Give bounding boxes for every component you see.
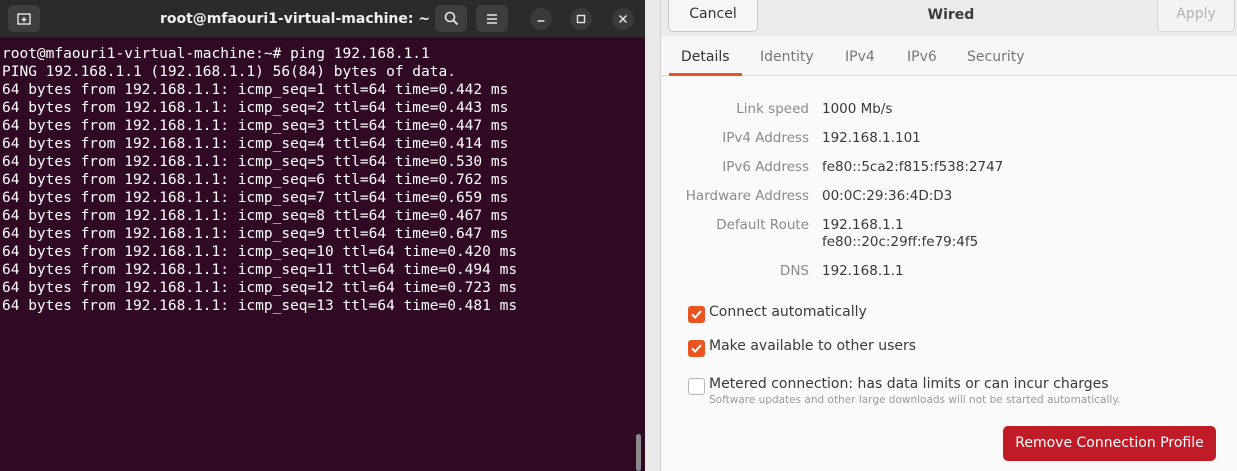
- detail-value: 192.168.1.1: [822, 217, 904, 233]
- detail-value-secondary: fe80::20c:29ff:fe79:4f5: [822, 234, 979, 250]
- detail-value: fe80::5ca2:f815:f538:2747: [822, 159, 1004, 175]
- terminal-line: 64 bytes from 192.168.1.1: icmp_seq=8 tt…: [2, 208, 509, 224]
- new-tab-button[interactable]: [8, 5, 40, 32]
- maximize-icon: [576, 14, 586, 24]
- minimize-icon: [537, 20, 545, 22]
- minimize-button[interactable]: [530, 8, 552, 30]
- terminal-output[interactable]: root@mfaouri1-virtual-machine:~# ping 19…: [2, 45, 632, 315]
- apply-button[interactable]: Apply: [1157, 0, 1235, 32]
- close-button[interactable]: [612, 8, 634, 30]
- terminal-line: 64 bytes from 192.168.1.1: icmp_seq=7 tt…: [2, 190, 509, 206]
- terminal-line: PING 192.168.1.1 (192.168.1.1) 56(84) by…: [2, 64, 456, 80]
- detail-label: Hardware Address: [685, 188, 809, 204]
- terminal-line: 64 bytes from 192.168.1.1: icmp_seq=2 tt…: [2, 100, 509, 116]
- terminal-line: 64 bytes from 192.168.1.1: icmp_seq=6 tt…: [2, 172, 509, 188]
- detail-label: DNS: [779, 263, 809, 279]
- menu-button[interactable]: [476, 5, 508, 32]
- detail-label: IPv4 Address: [722, 130, 809, 146]
- detail-label: Link speed: [736, 101, 809, 117]
- terminal-scrollbar[interactable]: [636, 434, 641, 471]
- terminal-line: 64 bytes from 192.168.1.1: icmp_seq=10 t…: [2, 244, 518, 260]
- search-button[interactable]: [435, 5, 467, 32]
- terminal-line: 64 bytes from 192.168.1.1: icmp_seq=12 t…: [2, 280, 518, 296]
- wired-settings-dialog: Cancel Wired Apply Details Identity IPv4…: [660, 0, 1237, 471]
- close-icon: [618, 14, 628, 24]
- tab-ipv4[interactable]: IPv4: [845, 36, 875, 76]
- cancel-button[interactable]: Cancel: [668, 0, 758, 32]
- detail-value: 00:0C:29:36:4D:D3: [822, 188, 953, 204]
- tab-security[interactable]: Security: [967, 36, 1025, 76]
- terminal-line: 64 bytes from 192.168.1.1: icmp_seq=3 tt…: [2, 118, 509, 134]
- tab-identity[interactable]: Identity: [760, 36, 814, 76]
- checkmark-icon: [691, 310, 702, 319]
- terminal-line: root@mfaouri1-virtual-machine:~# ping 19…: [2, 46, 430, 62]
- terminal-line: 64 bytes from 192.168.1.1: icmp_seq=1 tt…: [2, 82, 509, 98]
- checkmark-icon: [691, 344, 702, 353]
- maximize-button[interactable]: [570, 8, 592, 30]
- terminal-line: 64 bytes from 192.168.1.1: icmp_seq=9 tt…: [2, 226, 509, 242]
- terminal-line: 64 bytes from 192.168.1.1: icmp_seq=5 tt…: [2, 154, 509, 170]
- terminal-window[interactable]: root@mfaouri1-virtual-machine: ~ root@mf…: [0, 0, 645, 471]
- checkbox-label: Connect automatically: [709, 304, 867, 320]
- checkbox-sublabel: Software updates and other large downloa…: [709, 394, 1121, 406]
- connect-automatically-checkbox[interactable]: [688, 306, 705, 323]
- detail-value: 192.168.1.1: [822, 263, 904, 279]
- search-icon: [444, 11, 458, 26]
- detail-label: IPv6 Address: [722, 159, 809, 175]
- tab-details[interactable]: Details: [669, 36, 741, 76]
- detail-value: 1000 Mb/s: [822, 101, 893, 117]
- detail-label: Default Route: [716, 217, 809, 233]
- checkbox-label: Make available to other users: [709, 338, 917, 354]
- terminal-headerbar: root@mfaouri1-virtual-machine: ~: [0, 0, 645, 38]
- terminal-line: 64 bytes from 192.168.1.1: icmp_seq=4 tt…: [2, 136, 509, 152]
- detail-value: 192.168.1.101: [822, 130, 921, 146]
- dialog-headerbar: Cancel Wired Apply: [661, 0, 1237, 36]
- remove-connection-profile-button[interactable]: Remove Connection Profile: [1003, 426, 1216, 461]
- terminal-title: root@mfaouri1-virtual-machine: ~: [159, 11, 431, 27]
- new-tab-icon: [17, 12, 31, 25]
- make-available-checkbox[interactable]: [688, 340, 705, 357]
- dialog-title: Wired: [927, 7, 975, 23]
- checkbox-label: Metered connection: has data limits or c…: [709, 376, 1109, 392]
- metered-connection-checkbox[interactable]: [688, 378, 705, 395]
- hamburger-menu-icon: [487, 13, 497, 24]
- terminal-line: 64 bytes from 192.168.1.1: icmp_seq=11 t…: [2, 262, 518, 278]
- tab-ipv6[interactable]: IPv6: [907, 36, 937, 76]
- tab-bar: Details Identity IPv4 IPv6 Security: [661, 36, 1237, 76]
- terminal-line: 64 bytes from 192.168.1.1: icmp_seq=13 t…: [2, 298, 518, 314]
